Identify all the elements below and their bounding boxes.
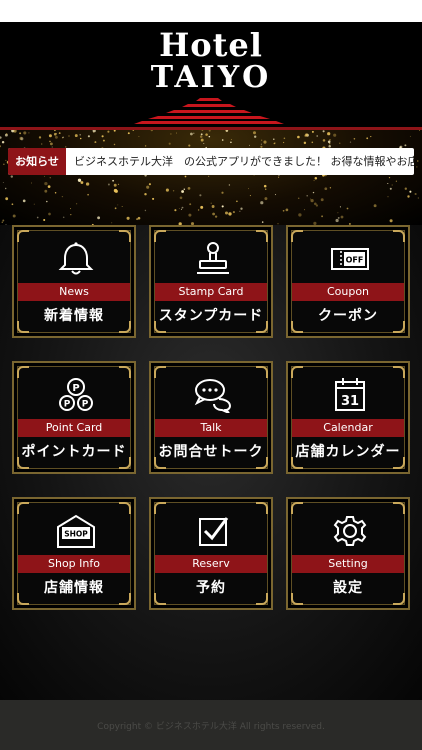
tile-label-ja: 店舗情報 (44, 580, 104, 596)
logo-line2: TAIYO (150, 60, 272, 95)
tile-label-ja: 店舗カレンダー (295, 444, 401, 460)
menu-tile-talk[interactable]: Talk お問合せトーク (149, 361, 273, 474)
tile-label-ja: 予約 (196, 580, 226, 596)
tile-label-en: Coupon (292, 283, 404, 301)
tile-label-en: Setting (292, 555, 404, 573)
calendar-icon: 31 (335, 378, 365, 411)
coupon-icon-text: OFF (346, 256, 364, 265)
notice-label: お知らせ (8, 148, 66, 175)
menu-tile-coupon[interactable]: OFF Coupon クーポン (286, 225, 410, 338)
menu-tile-setting[interactable]: Setting 設定 (286, 497, 410, 610)
tile-label-ja: 新着情報 (44, 308, 104, 324)
shop-icon: SHOP (57, 514, 95, 548)
chat-icon (194, 379, 232, 413)
app-header: Hotel TAIYO (0, 22, 422, 130)
tile-label-en: Point Card (18, 419, 130, 437)
stamp-icon (197, 242, 229, 274)
tile-label-en: Reserv (155, 555, 267, 573)
tile-label-en: Stamp Card (155, 283, 267, 301)
menu-tile-shop-info[interactable]: SHOP Shop Info 店舗情報 (12, 497, 136, 610)
points-icon: P P P (59, 378, 93, 411)
menu-tile-point-card[interactable]: P P P Point Card ポイントカード (12, 361, 136, 474)
gear-icon (333, 516, 367, 546)
logo-stripes-icon (134, 98, 284, 124)
svg-text:P: P (64, 400, 71, 410)
tile-label-ja: クーポン (318, 308, 378, 324)
tile-label-ja: お問合せトーク (158, 444, 264, 460)
notice-ticker[interactable]: お知らせ ビジネスホテル大洋 の公式アプリができました！ お得な情報やお店から (8, 148, 414, 175)
menu-tile-calendar[interactable]: 31 Calendar 店舗カレンダー (286, 361, 410, 474)
menu-tile-news[interactable]: News 新着情報 (12, 225, 136, 338)
hotel-logo: Hotel TAIYO (120, 26, 302, 126)
tile-label-en: Shop Info (18, 555, 130, 573)
tile-label-en: Talk (155, 419, 267, 437)
copyright-text: Copyright © ビジネスホテル大洋 All rights reserve… (97, 722, 325, 732)
coupon-icon: OFF (331, 248, 369, 270)
status-bar (0, 0, 422, 22)
menu-tile-stamp-card[interactable]: Stamp Card スタンプカード (149, 225, 273, 338)
footer: Copyright © ビジネスホテル大洋 All rights reserve… (0, 700, 422, 750)
notice-text: ビジネスホテル大洋 の公式アプリができました！ お得な情報やお店から (74, 155, 414, 168)
gold-sparkle-banner (0, 130, 422, 225)
sparkle-decoration (0, 130, 420, 225)
svg-text:P: P (82, 400, 89, 410)
tile-label-en: Calendar (292, 419, 404, 437)
svg-text:P: P (72, 383, 79, 394)
shop-icon-text: SHOP (64, 530, 88, 539)
tile-label-ja: ポイントカード (21, 444, 127, 460)
menu-tile-reserv[interactable]: Reserv 予約 (149, 497, 273, 610)
logo-line1: Hotel (159, 26, 263, 64)
tile-label-ja: 設定 (333, 580, 363, 596)
tile-label-ja: スタンプカード (158, 308, 264, 324)
checkbox-icon (199, 517, 229, 546)
bell-icon (58, 242, 94, 275)
calendar-icon-text: 31 (341, 394, 359, 409)
tile-label-en: News (18, 283, 130, 301)
